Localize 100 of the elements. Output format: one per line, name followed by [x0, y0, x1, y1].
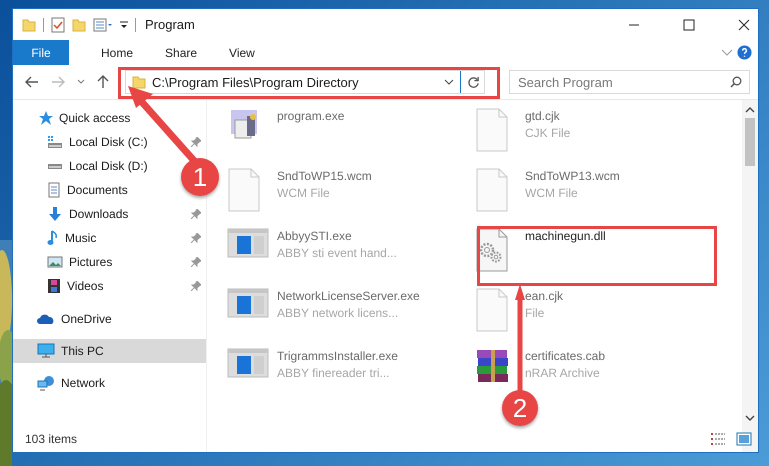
blank-file-icon [475, 168, 509, 212]
dropdown-icon[interactable] [120, 20, 128, 30]
close-icon[interactable] [738, 18, 750, 30]
file-tile[interactable]: TrigrammsInstaller.exe ABBY finereader tri... [223, 344, 402, 384]
refresh-icon[interactable] [467, 76, 480, 88]
file-tile[interactable]: AbbyySTI.exe ABBY sti event hand... [223, 224, 401, 264]
scrollbar-thumb[interactable] [745, 118, 755, 166]
up-icon[interactable] [97, 75, 109, 89]
file-tab[interactable]: File [13, 40, 69, 65]
details-view-icon[interactable] [710, 432, 726, 446]
file-tile[interactable]: gtd.cjk CJK File [471, 104, 574, 156]
search-field[interactable]: Search Program [509, 70, 750, 94]
properties-icon[interactable] [93, 18, 113, 32]
file-name: NetworkLicenseServer.exe [277, 289, 420, 303]
sidebar-label: Local Disk (D:) [69, 159, 148, 173]
sidebar-item[interactable]: Music [13, 226, 206, 250]
pin-icon[interactable] [191, 281, 201, 291]
scroll-up-icon[interactable] [745, 106, 755, 114]
sidebar-label: Music [65, 231, 96, 245]
maximize-icon[interactable] [683, 18, 695, 30]
blank-file-icon [475, 108, 509, 152]
sidebar-label: Network [61, 376, 106, 390]
back-icon[interactable] [25, 76, 39, 88]
sidebar-label: Quick access [59, 111, 130, 125]
application-window-icon [227, 228, 269, 258]
application-window-icon [227, 288, 269, 318]
file-tile[interactable]: NetworkLicenseServer.exe ABBY network licens... [223, 284, 424, 324]
search-icon [730, 76, 742, 88]
ribbon-tab[interactable]: View [215, 40, 269, 65]
large-icons-view-icon[interactable] [736, 432, 752, 446]
file-type: ABBY finereader tri... [277, 366, 390, 380]
file-type: WCM File [525, 186, 579, 200]
sidebar-item[interactable]: Pictures [13, 250, 206, 274]
file-type: ABBY sti event hand... [277, 246, 397, 260]
file-name: SndToWP15.wcm [277, 169, 372, 183]
folder-icon [132, 75, 146, 89]
cloud-icon [37, 313, 55, 325]
drive-icon [47, 135, 63, 149]
address-field[interactable]: C:\Program Files\Program Directory [125, 70, 485, 94]
checklist-icon[interactable] [51, 16, 65, 32]
music-note-icon [47, 230, 59, 246]
sidebar-item[interactable]: Local Disk (D:) [13, 154, 159, 178]
dropdown-icon[interactable] [444, 79, 454, 85]
sidebar-item[interactable]: Videos [13, 274, 206, 298]
help-icon[interactable] [737, 45, 752, 60]
file-tile[interactable]: program.exe [223, 104, 348, 146]
recent-caret-icon[interactable] [77, 79, 85, 85]
file-tile[interactable]: ean.cjk File [471, 284, 568, 336]
pin-icon[interactable] [191, 137, 201, 147]
film-icon [47, 278, 61, 294]
file-tile[interactable]: certificates.cab nRAR Archive [471, 344, 610, 388]
file-tile[interactable]: machinegun.dll [471, 224, 610, 276]
pin-icon[interactable] [191, 233, 201, 243]
sidebar-label: OneDrive [61, 312, 112, 326]
file-name: ean.cjk [525, 289, 564, 303]
file-name: certificates.cab [525, 349, 606, 363]
file-type: ABBY network licens... [277, 306, 400, 320]
file-name: program.exe [277, 109, 344, 123]
sidebar-label: Local Disk (C:) [69, 135, 148, 149]
drive-icon [47, 162, 63, 170]
file-type: File [525, 306, 546, 320]
ribbon-tab[interactable]: Share [151, 40, 212, 65]
sidebar-item[interactable]: OneDrive [13, 307, 117, 331]
blank-file-icon [475, 288, 509, 332]
star-icon [37, 110, 53, 126]
sidebar-item[interactable]: Local Disk (C:) [13, 130, 206, 154]
address-path: C:\Program Files\Program Directory [152, 74, 360, 90]
chevron-icon[interactable] [721, 48, 733, 56]
blank-file-icon [227, 168, 261, 212]
monitor-icon [37, 343, 55, 359]
sidebar-label: Videos [67, 279, 104, 293]
gears-file-icon [475, 228, 509, 272]
file-type: WCM File [277, 186, 331, 200]
application-window-icon [227, 348, 269, 378]
download-arrow-icon [47, 206, 63, 222]
sidebar-item[interactable]: Documents [13, 178, 139, 202]
archive-books-icon [475, 348, 509, 384]
file-name: AbbyySTI.exe [277, 229, 353, 243]
file-type: nRAR Archive [525, 366, 601, 380]
sidebar-label: Downloads [69, 207, 128, 221]
sidebar-item[interactable]: Quick access [13, 106, 136, 130]
file-type: CJK File [525, 126, 570, 140]
file-tile[interactable]: SndToWP13.wcm WCM File [471, 164, 624, 216]
item-count: 103 items [24, 432, 78, 446]
window-title: Program [145, 17, 195, 32]
network-icon [37, 375, 55, 391]
file-tile[interactable]: SndToWP15.wcm WCM File [223, 164, 376, 216]
pin-icon[interactable] [191, 257, 201, 267]
file-name: gtd.cjk [525, 109, 561, 123]
file-name: TrigrammsInstaller.exe [277, 349, 398, 363]
ribbon-tab[interactable]: Home [87, 40, 148, 65]
sidebar-item[interactable]: Downloads [13, 202, 206, 226]
sidebar-item[interactable]: Network [13, 371, 110, 395]
file-name: machinegun.dll [525, 229, 606, 243]
sidebar-label: Pictures [69, 255, 112, 269]
scroll-down-icon[interactable] [745, 414, 755, 422]
landscape-icon [47, 255, 63, 269]
sidebar-label: This PC [61, 344, 104, 358]
pin-icon[interactable] [191, 209, 201, 219]
sidebar-item[interactable]: This PC [13, 339, 206, 363]
